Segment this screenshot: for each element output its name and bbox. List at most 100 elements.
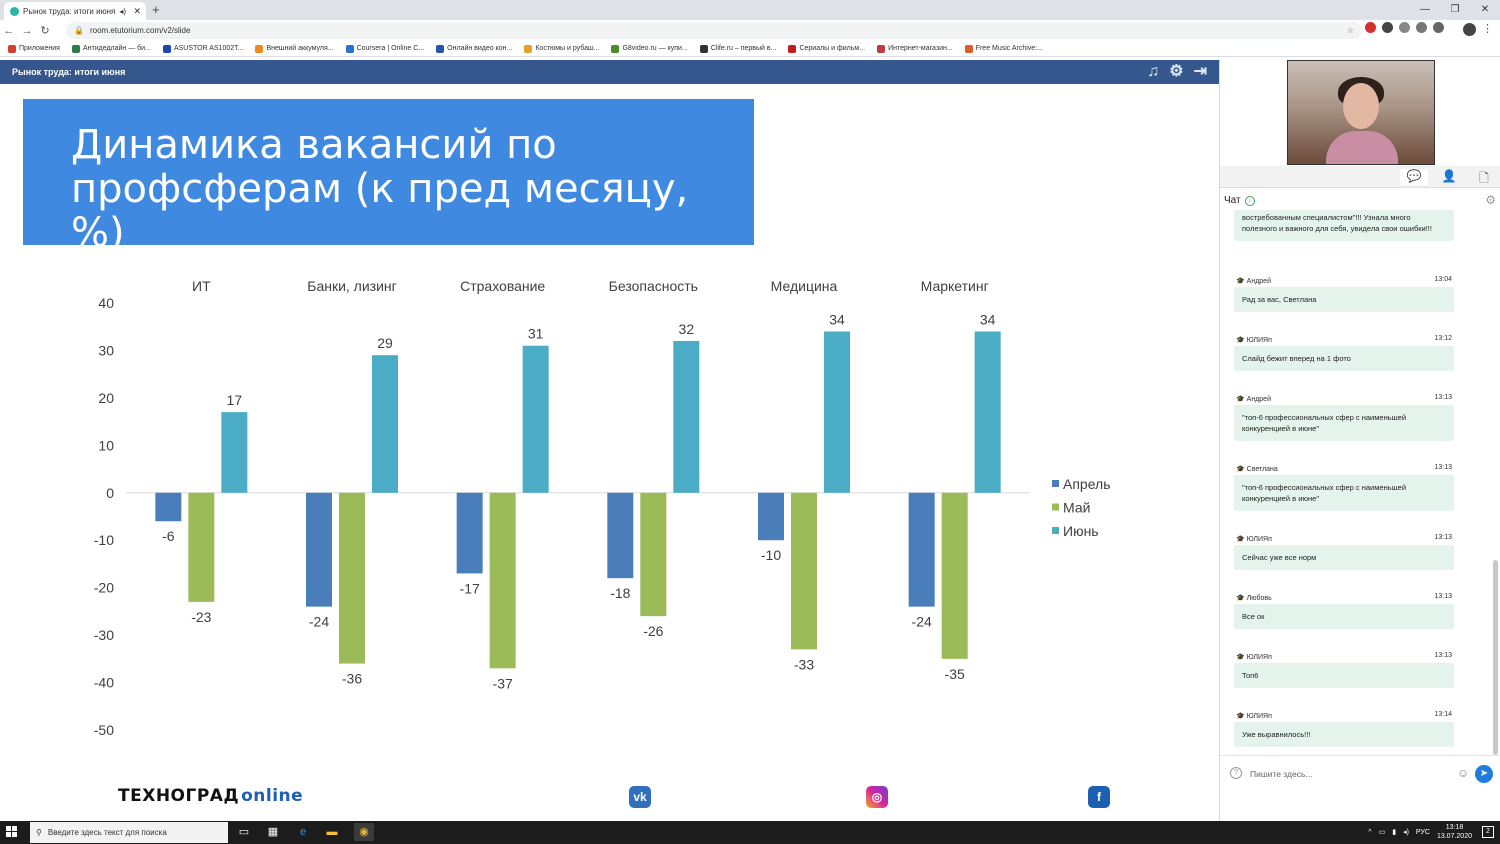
task-view-icon[interactable]: ▭ (237, 825, 251, 839)
bar (306, 492, 332, 607)
close-window-button[interactable]: ✕ (1470, 0, 1500, 20)
chat-header: Чат ↓ (1224, 195, 1255, 206)
vk-icon[interactable]: vk (629, 786, 651, 808)
files-tab-icon[interactable]: 🗋 (1470, 169, 1498, 185)
chrome-icon[interactable]: ◉ (354, 823, 374, 841)
volume-icon[interactable]: ◂) (1403, 828, 1409, 836)
instagram-icon[interactable]: ◎ (866, 786, 888, 808)
extension-icon[interactable] (1416, 22, 1427, 33)
bookmark-item[interactable]: Сериалы и фильм... (788, 44, 866, 53)
chat-scrollbar[interactable] (1493, 560, 1498, 755)
extension-adblock-icon[interactable] (1365, 22, 1376, 33)
new-tab-button[interactable]: + (152, 2, 160, 17)
bookmark-favicon-icon (524, 44, 533, 53)
search-icon: ⚲ (36, 828, 42, 837)
network-icon[interactable]: ▮ (1392, 828, 1396, 836)
download-chat-icon[interactable]: ↓ (1244, 195, 1255, 206)
browser-tab[interactable]: Рынок труда: итоги июня ◂) ✕ (4, 2, 146, 20)
bookmark-item[interactable]: Антидедлайн — би... (71, 44, 151, 53)
bookmark-favicon-icon (788, 44, 797, 53)
bookmarks-bar: Приложения Антидедлайн — би... ASUSTOR AS1… (0, 41, 1500, 57)
extension-icon[interactable] (1399, 22, 1410, 33)
y-tick-label: -20 (94, 580, 114, 596)
slide-title: Динамика вакансий по профсферам (к пред … (71, 122, 689, 256)
bookmark-favicon-icon (699, 44, 708, 53)
y-tick-label: 20 (98, 390, 114, 406)
windows-start-icon[interactable] (6, 826, 18, 838)
taskbar-search-input[interactable]: ⚲ Введите здесь текст для поиска (30, 822, 228, 843)
bookmark-item[interactable]: Coursera | Online C... (345, 44, 424, 53)
language-indicator[interactable]: РУС (1416, 829, 1430, 836)
y-tick-label: -10 (94, 532, 114, 548)
chat-message: 🎓 ЮЛИЯп 13:12 Слайд бежит вперед на 1 фото (1234, 335, 1454, 371)
emoji-icon[interactable]: ☺ (1457, 766, 1469, 780)
bookmark-item[interactable]: ASUSTOR AS1002T... (162, 44, 243, 53)
send-button[interactable]: ➤ (1475, 765, 1493, 783)
bookmark-item[interactable]: Clife.ru – первый в... (699, 44, 776, 53)
bookmark-item[interactable]: Онлайн видео кон... (436, 44, 513, 53)
maximize-button[interactable]: ❐ (1440, 0, 1470, 20)
profile-avatar[interactable] (1463, 23, 1476, 36)
bar (908, 492, 935, 607)
bookmark-item[interactable]: Приложения (8, 44, 60, 53)
help-icon[interactable]: ? (1230, 767, 1242, 779)
exit-icon[interactable]: ⇥ (1194, 63, 1207, 81)
explorer-folder-icon[interactable]: ▬ (325, 825, 339, 839)
bookmark-star-icon[interactable]: ☆ (1347, 26, 1354, 35)
clock[interactable]: 13:18 13.07.2020 (1437, 823, 1472, 841)
tehnograd-logo: ТЕХНОГРАД online (118, 786, 303, 806)
bookmark-item[interactable]: Внешний аккумуля... (255, 44, 334, 53)
chat-input[interactable]: Пишите здесь... (1250, 769, 1312, 779)
extension-icon[interactable] (1382, 22, 1393, 33)
browser-menu-icon[interactable]: ⋮ (1482, 22, 1493, 35)
data-label: -26 (643, 623, 663, 639)
bookmark-label: Внешний аккумуля... (266, 45, 334, 52)
chat-message: 🎓 Светлана 13:13 "топ-6 профессиональных с… (1234, 464, 1454, 511)
browser-toolbar: ← → ↻ 🔒 room.etutorium.com/v2/slide ☆ (0, 20, 1500, 41)
battery-icon[interactable]: ▭ (1379, 828, 1386, 836)
category-label: Банки, лизинг (307, 278, 397, 294)
bookmark-item[interactable]: G8video.ru — купи... (611, 44, 688, 53)
bar (188, 492, 215, 602)
chat-message-text: Сейчас уже все норм (1234, 545, 1454, 570)
chat-message-text: Все ок (1234, 604, 1454, 629)
bookmark-label: Приложения (19, 45, 60, 52)
gear-icon[interactable]: ⚙ (1169, 63, 1183, 81)
bookmark-item[interactable]: Free Music Archive:... (964, 44, 1043, 53)
music-icon[interactable]: ♫ (1147, 63, 1159, 81)
address-bar[interactable]: 🔒 room.etutorium.com/v2/slide ☆ (66, 22, 1362, 39)
bookmark-item[interactable]: Интернет-магазин... (877, 44, 953, 53)
tab-sound-icon[interactable]: ◂) (119, 7, 126, 16)
lock-icon: 🔒 (74, 26, 84, 35)
chat-settings-icon[interactable]: ⚙ (1485, 193, 1496, 207)
data-label: -24 (309, 614, 329, 630)
bookmark-item[interactable]: Костюмы и рубаш... (524, 44, 600, 53)
back-button[interactable]: ← (0, 25, 18, 37)
extensions-puzzle-icon[interactable] (1433, 22, 1444, 33)
edge-browser-icon[interactable]: e (296, 825, 310, 839)
logo-suffix-text: online (241, 786, 304, 806)
vacancy-chart: 40 30 20 10 0 -10 -20 -30 -40 -50 ИТ -6 -23 17 Банки, … (94, 278, 1111, 738)
chat-tab-icon[interactable]: 💬 (1400, 169, 1428, 185)
chat-message: востребованным специалистом"!!! Узнала м… (1234, 210, 1454, 241)
tab-close-icon[interactable]: ✕ (133, 6, 141, 17)
bookmark-label: Костюмы и рубаш... (535, 45, 600, 52)
chat-message-header: 🎓 Андрей 13:04 (1234, 276, 1454, 287)
chat-time: 13:13 (1434, 534, 1452, 541)
notifications-icon[interactable]: 2 (1482, 826, 1494, 838)
category-label: Страхование (460, 278, 545, 294)
tray-arrow-icon[interactable]: ^ (1368, 829, 1371, 836)
chat-input-area: ? Пишите здесь... ☺ ➤ (1220, 755, 1500, 791)
bookmark-label: Сериалы и фильм... (799, 45, 866, 52)
users-tab-icon[interactable]: 👤 (1435, 169, 1463, 185)
forward-button[interactable]: → (18, 25, 36, 37)
legend-swatch (1052, 503, 1059, 511)
y-tick-label: 0 (106, 485, 114, 501)
facebook-icon[interactable]: f (1088, 786, 1110, 808)
bookmark-label: Онлайн видео кон... (447, 45, 513, 52)
reload-button[interactable]: ↻ (36, 24, 54, 37)
bar (758, 492, 784, 541)
minimize-button[interactable]: — (1410, 0, 1440, 20)
file-manager-icon[interactable]: ▦ (266, 825, 280, 839)
bookmark-favicon-icon (964, 44, 973, 53)
